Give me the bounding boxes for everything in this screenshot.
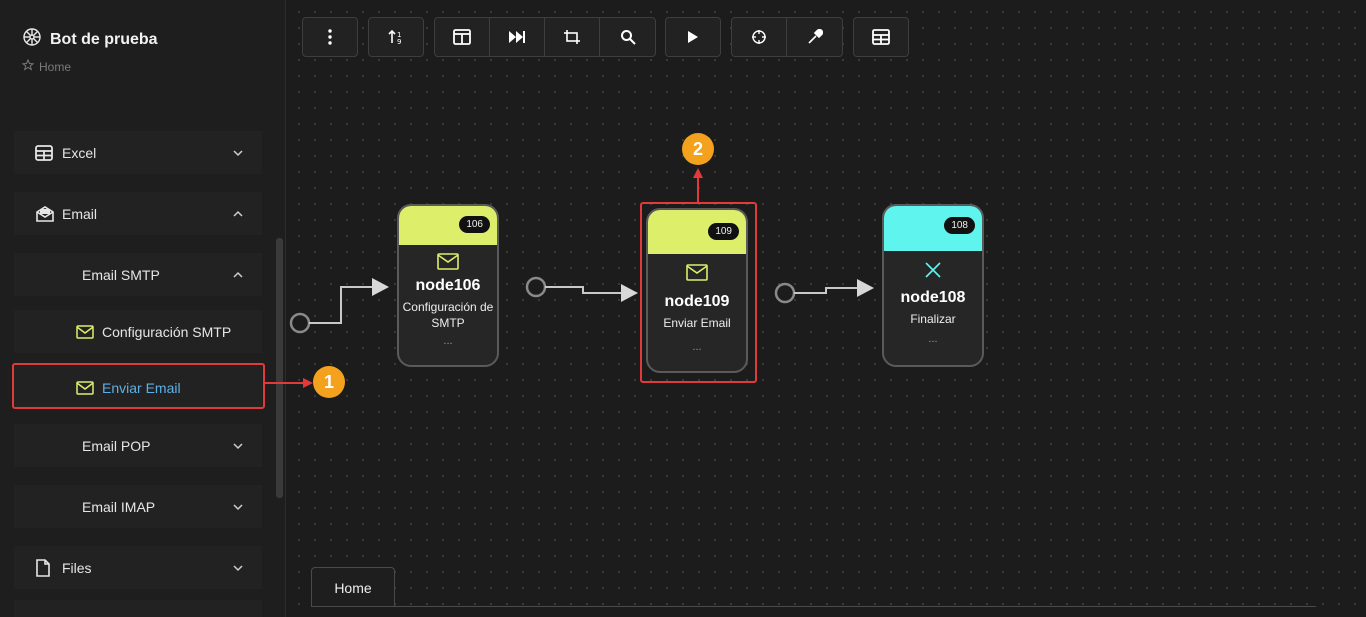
mail-open-icon (35, 205, 55, 223)
node-description: Enviar Email (663, 316, 731, 330)
mail-icon (76, 324, 94, 339)
breadcrumb[interactable]: Home (21, 58, 72, 74)
svg-text:9: 9 (397, 38, 401, 45)
tab-home[interactable]: Home (311, 567, 395, 607)
sidebar-item-files[interactable]: Files (14, 546, 262, 589)
close-icon (884, 261, 982, 279)
sidebar-item-email-imap[interactable]: Email IMAP (14, 485, 262, 528)
table-icon[interactable] (854, 18, 908, 56)
bot-header: Bot de prueba (22, 27, 158, 52)
sidebar: Bot de prueba Home Excel Email Email SMT… (0, 0, 286, 617)
breadcrumb-home: Home (39, 59, 72, 74)
sidebar-item-label: Email (62, 205, 98, 222)
sidebar-item-partial[interactable] (14, 600, 262, 617)
sidebar-item-label: Files (62, 559, 92, 576)
target-icon[interactable] (732, 18, 787, 56)
search-icon[interactable] (600, 18, 655, 56)
sidebar-item-label: Email IMAP (82, 498, 156, 515)
more-vertical-icon[interactable] (303, 18, 357, 56)
eyedropper-icon[interactable] (787, 18, 842, 56)
node-header: 108 (884, 206, 982, 251)
node-description: Finalizar (910, 312, 956, 326)
toolbar-group-menu (302, 17, 358, 57)
node-more[interactable]: ... (399, 335, 497, 347)
node-id-badge: 109 (708, 223, 739, 240)
node-header: 109 (648, 210, 746, 254)
chevron-down-icon (232, 149, 244, 157)
sort-icon[interactable]: 19 (369, 18, 423, 56)
sidebar-item-label: Email SMTP (82, 266, 160, 283)
layout-icon[interactable] (435, 18, 490, 56)
sidebar-item-label: Excel (62, 144, 97, 161)
node-name: node106 (415, 277, 481, 294)
node-id-badge: 106 (459, 216, 490, 233)
node-name: node108 (900, 289, 966, 306)
sidebar-item-email-smtp[interactable]: Email SMTP (14, 253, 262, 296)
flow-node-109[interactable]: 109 node109 Enviar Email ... (646, 208, 748, 373)
mail-icon (399, 253, 497, 270)
sidebar-item-label: Email POP (82, 437, 151, 454)
tab-label: Home (334, 579, 372, 596)
toolbar-group-view (434, 17, 656, 57)
tab-bar-divider (311, 606, 1316, 607)
toolbar-group-run (665, 17, 721, 57)
node-name: node109 (664, 293, 730, 310)
wheel-icon (22, 27, 42, 52)
node-more[interactable]: ... (884, 333, 982, 345)
node-more[interactable]: ... (648, 341, 746, 353)
mail-icon (648, 264, 746, 281)
app-root: Bot de prueba Home Excel Email Email SMT… (0, 0, 1366, 617)
sidebar-item-configuracion-smtp[interactable]: Configuración SMTP (14, 310, 262, 353)
table-icon (35, 144, 53, 161)
toolbar-group-table (853, 17, 909, 57)
file-icon (35, 558, 51, 577)
bot-title: Bot de prueba (50, 30, 158, 48)
skip-forward-icon[interactable] (490, 18, 545, 56)
step-badge-2: 2 (682, 133, 714, 165)
sidebar-item-email[interactable]: Email (14, 192, 262, 235)
star-icon (21, 58, 35, 74)
flow-node-106[interactable]: 106 node106 Configuración de SMTP ... (397, 204, 499, 367)
chevron-down-icon (232, 503, 244, 511)
toolbar-group-sort: 19 (368, 17, 424, 57)
step-badge-1: 1 (313, 366, 345, 398)
node-description: Configuración de SMTP (402, 300, 494, 330)
node-header: 106 (399, 206, 497, 245)
chevron-down-icon (232, 442, 244, 450)
toolbar-group-tools (731, 17, 843, 57)
sidebar-item-excel[interactable]: Excel (14, 131, 262, 174)
chevron-up-icon (232, 210, 244, 218)
chevron-down-icon (232, 564, 244, 572)
highlight-sidebar-enviar-email (12, 363, 265, 409)
play-icon[interactable] (666, 18, 720, 56)
sidebar-scrollbar[interactable] (276, 238, 283, 498)
sidebar-item-label: Configuración SMTP (102, 323, 232, 340)
sidebar-item-email-pop[interactable]: Email POP (14, 424, 262, 467)
chevron-up-icon (232, 271, 244, 279)
frame-icon[interactable] (545, 18, 600, 56)
node-id-badge: 108 (944, 217, 975, 234)
flow-node-108[interactable]: 108 node108 Finalizar ... (882, 204, 984, 367)
